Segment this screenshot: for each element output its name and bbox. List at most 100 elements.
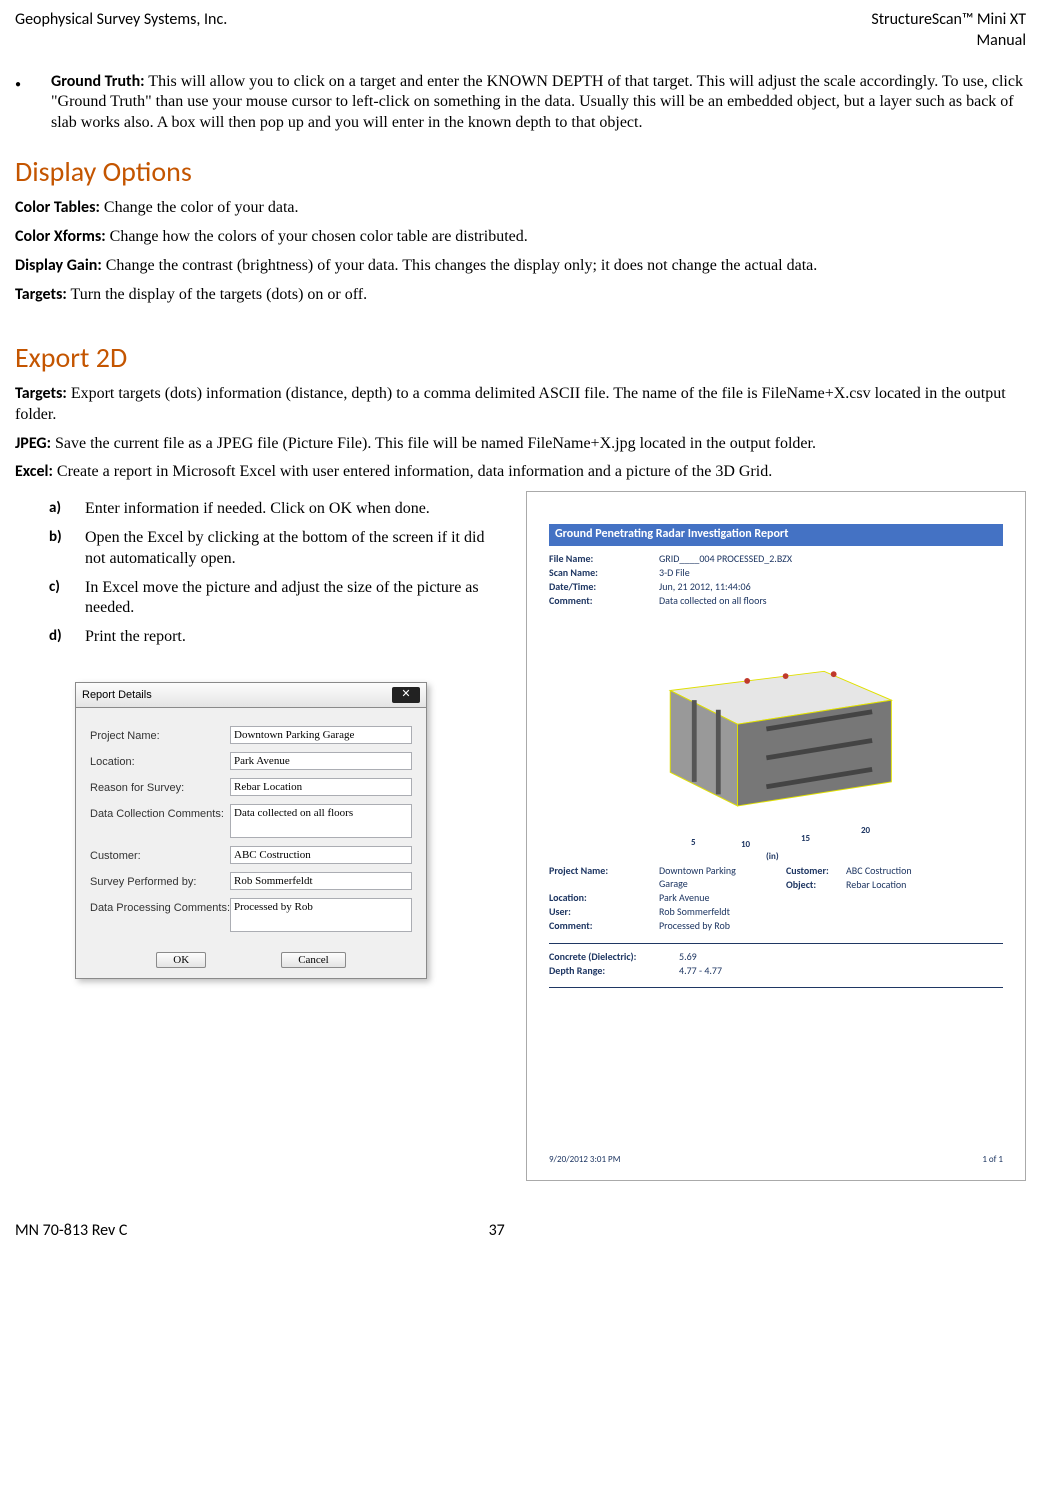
data-comments-label: Data Collection Comments: [90,804,230,821]
dialog-buttons: OK Cancel [76,946,426,978]
step-d-marker: d) [49,627,85,648]
divider-1 [549,943,1003,944]
display-options-heading: Display Options [15,154,1026,190]
location-input[interactable] [230,752,412,770]
proj-comment: Comment:Processed by Rob [549,919,766,932]
performed-by-label: Survey Performed by: [90,872,230,889]
footer-spacer [866,1221,1026,1242]
step-c: c)In Excel move the picture and adjust t… [49,578,506,620]
reason-label: Reason for Survey: [90,778,230,795]
export-jpeg-label: JPEG: [15,434,51,453]
divider-2 [549,987,1003,988]
step-d-text: Print the report. [85,627,506,648]
footer-page-number: 37 [489,1221,505,1242]
axis-unit: (in) [766,851,779,863]
field-performed-by: Survey Performed by: [90,872,412,890]
proj-customer: Customer:ABC Costruction [786,864,1003,877]
header-doc-type: Manual [871,31,1026,52]
ground-truth-label: Ground Truth: [51,72,145,91]
color-xforms-text: Change how the colors of your chosen col… [106,228,528,245]
report-footer-page: 1 of 1 [982,1154,1003,1166]
customer-label: Customer: [90,846,230,863]
cancel-button[interactable]: Cancel [281,952,346,968]
axis-tick-15: 15 [801,833,810,845]
color-xforms-para: Color Xforms: Change how the colors of y… [15,227,1026,248]
export-excel-para: Excel: Create a report in Microsoft Exce… [15,462,1026,483]
lower-columns: a)Enter information if needed. Click on … [15,491,1026,1181]
export-2d-heading: Export 2D [15,340,1026,376]
cube-icon [651,633,901,825]
field-project-name: Project Name: [90,726,412,744]
project-name-input[interactable] [230,726,412,744]
color-tables-text: Change the color of your data. [100,199,299,216]
reason-input[interactable] [230,778,412,796]
targets-display-text: Turn the display of the targets (dots) o… [67,286,367,303]
performed-by-input[interactable] [230,872,412,890]
project-meta-left: Project Name:Downtown Parking Garage Loc… [549,863,766,933]
step-c-text: In Excel move the picture and adjust the… [85,578,506,620]
step-c-marker: c) [49,578,85,620]
close-icon[interactable]: ✕ [392,687,420,703]
analysis-dielectric: Concrete (Dielectric):5.69 [549,950,1003,963]
meta-scan-name: Scan Name:3-D File [549,566,1003,579]
project-name-label: Project Name: [90,726,230,743]
proj-user: User:Rob Sommerfeldt [549,905,766,918]
export-excel-label: Excel: [15,462,53,481]
step-b-text: Open the Excel by clicking at the bottom… [85,528,506,570]
proj-name: Project Name:Downtown Parking Garage [549,864,766,890]
excel-report-preview: Ground Penetrating Radar Investigation R… [526,491,1026,1181]
targets-display-para: Targets: Turn the display of the targets… [15,285,1026,306]
targets-display-label: Targets: [15,285,67,304]
report-footer-date: 9/20/2012 3:01 PM [549,1154,620,1166]
step-b: b)Open the Excel by clicking at the bott… [49,528,506,570]
step-d: d)Print the report. [49,627,506,648]
field-proc-comments: Data Processing Comments:Processed by Ro… [90,898,412,932]
proj-location: Location:Park Avenue [549,891,766,904]
export-excel-text: Create a report in Microsoft Excel with … [53,463,772,480]
axis-tick-20: 20 [861,825,870,837]
report-project-meta: Project Name:Downtown Parking Garage Loc… [549,863,1003,933]
meta-date-time: Date/Time:Jun, 21 2012, 11:44:06 [549,580,1003,593]
header-product: StructureScan™ Mini XT [871,10,1026,31]
export-targets-text: Export targets (dots) information (dista… [15,385,1006,423]
field-customer: Customer: [90,846,412,864]
display-gain-label: Display Gain: [15,256,102,275]
field-location: Location: [90,752,412,770]
export-targets-para: Targets: Export targets (dots) informati… [15,384,1026,426]
dialog-title-text: Report Details [82,688,152,702]
header-right: StructureScan™ Mini XT Manual [871,10,1026,52]
report-file-meta: File Name:GRID____004 PROCESSED_2.BZX Sc… [549,552,1003,607]
display-gain-para: Display Gain: Change the contrast (brigh… [15,256,1026,277]
export-jpeg-para: JPEG: Save the current file as a JPEG fi… [15,434,1026,455]
report-analysis-meta: Concrete (Dielectric):5.69 Depth Range:4… [549,950,1003,977]
header-left: Geophysical Survey Systems, Inc. [15,10,227,52]
step-a-marker: a) [49,499,85,520]
left-column: a)Enter information if needed. Click on … [15,491,506,979]
color-tables-label: Color Tables: [15,198,100,217]
display-gain-text: Change the contrast (brightness) of your… [102,257,818,274]
page-footer: MN 70-813 Rev C 37 [15,1221,1026,1242]
step-a: a)Enter information if needed. Click on … [49,499,506,520]
export-targets-label: Targets: [15,384,67,403]
report-title-bar: Ground Penetrating Radar Investigation R… [549,524,1003,546]
ground-truth-body: This will allow you to click on a target… [51,73,1023,132]
export-jpeg-text: Save the current file as a JPEG file (Pi… [51,435,816,452]
report-3d-graphic: 5 10 15 20 (in) [621,625,931,855]
proc-comments-input[interactable]: Processed by Rob [230,898,412,932]
dialog-body: Project Name: Location: Reason for Surve… [76,708,426,946]
ground-truth-bullet: ● Ground Truth: This will allow you to c… [15,72,1026,134]
location-label: Location: [90,752,230,769]
meta-comment: Comment:Data collected on all floors [549,594,1003,607]
bullet-dot-icon: ● [15,72,51,134]
color-xforms-label: Color Xforms: [15,227,106,246]
ground-truth-text: Ground Truth: This will allow you to cli… [51,72,1026,134]
axis-tick-10: 10 [741,839,750,851]
footer-doc-id: MN 70-813 Rev C [15,1221,127,1242]
ok-button[interactable]: OK [156,952,206,968]
report-footer: 9/20/2012 3:01 PM 1 of 1 [549,1154,1003,1166]
data-comments-input[interactable]: Data collected on all floors [230,804,412,838]
customer-input[interactable] [230,846,412,864]
field-data-comments: Data Collection Comments:Data collected … [90,804,412,838]
project-meta-right: Customer:ABC Costruction Object:Rebar Lo… [786,863,1003,933]
page-header: Geophysical Survey Systems, Inc. Structu… [15,10,1026,52]
